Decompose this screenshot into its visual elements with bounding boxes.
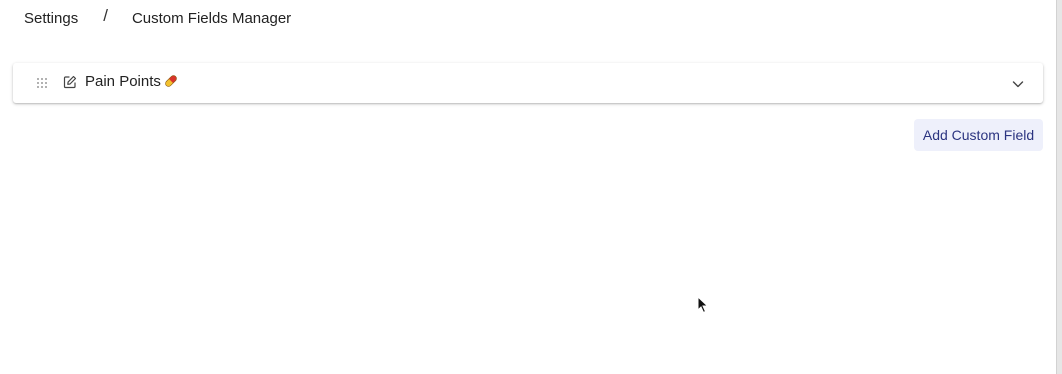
chevron-down-icon[interactable] bbox=[1011, 77, 1025, 91]
drag-handle-icon[interactable] bbox=[36, 76, 48, 88]
breadcrumb-separator: / bbox=[103, 6, 108, 25]
mouse-cursor-icon bbox=[697, 295, 709, 314]
scrollbar-track[interactable] bbox=[1056, 0, 1062, 374]
breadcrumb-settings[interactable]: Settings bbox=[24, 10, 78, 27]
breadcrumb: Settings / Custom Fields Manager bbox=[24, 6, 291, 30]
custom-field-label: Pain Points bbox=[85, 73, 178, 91]
breadcrumb-current: Custom Fields Manager bbox=[131, 9, 292, 27]
custom-fields-page: Settings / Custom Fields Manager Pain Po… bbox=[0, 0, 1062, 374]
pill-icon bbox=[164, 74, 178, 88]
add-custom-field-button[interactable]: Add Custom Field bbox=[914, 119, 1043, 151]
edit-icon[interactable] bbox=[63, 75, 77, 89]
custom-field-row[interactable]: Pain Points bbox=[13, 63, 1043, 103]
custom-field-name: Pain Points bbox=[85, 73, 161, 90]
